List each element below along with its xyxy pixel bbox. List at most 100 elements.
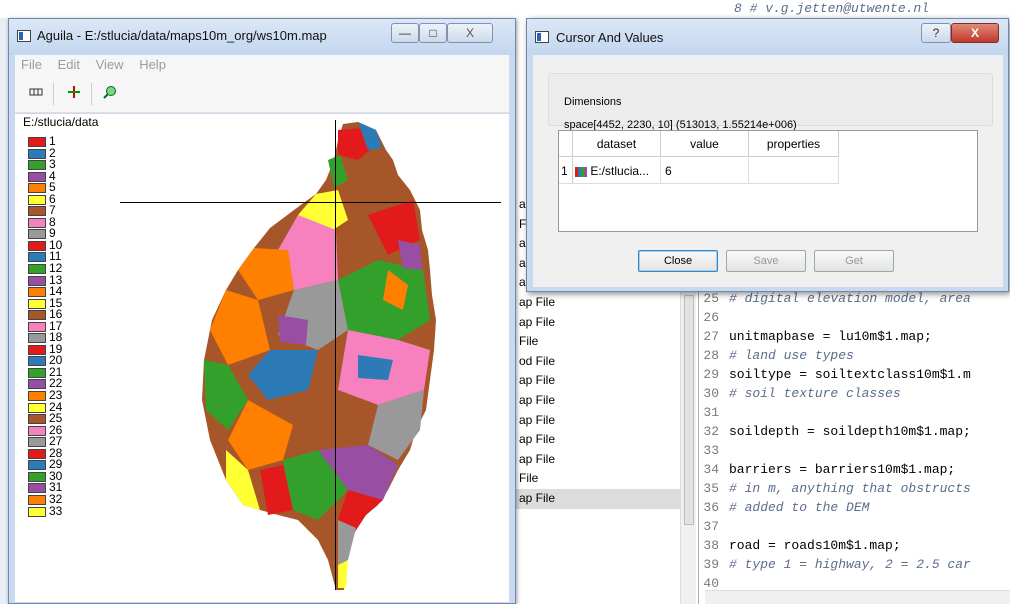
help-button[interactable]: ? [921, 23, 951, 43]
zoom-icon [103, 86, 116, 99]
toolbar-separator [53, 83, 54, 105]
line-number: 38 [703, 538, 719, 553]
dataset-name: E:/stlucia... [590, 164, 650, 178]
legend-swatch [28, 344, 46, 355]
legend-swatch [28, 298, 46, 309]
editor-line: 39 # type 1 = highway, 2 = 2.5 car [699, 555, 1010, 574]
legend-icon [29, 88, 43, 96]
legend-swatch [28, 148, 46, 159]
toolbar-separator [91, 83, 92, 105]
restore-icon: □ [429, 26, 437, 40]
line-number: 34 [703, 462, 719, 477]
dimensions-group: Dimensions space[4452, 2230, 10] (513013… [548, 73, 993, 131]
row-number: 1 [559, 158, 573, 184]
file-list-item[interactable]: ap File [511, 313, 696, 333]
editor-line: 26 [699, 308, 1010, 327]
editor-horizontal-scrollbar[interactable] [705, 590, 1010, 604]
file-list-item[interactable]: od File [511, 352, 696, 372]
table-row-header-corner [559, 131, 573, 157]
table-cell-value[interactable]: 6 [661, 158, 749, 184]
legend-swatch [28, 425, 46, 436]
menu-bar: File Edit View Help [15, 55, 509, 75]
zoom-button[interactable] [101, 85, 119, 103]
file-list-item[interactable]: File [511, 469, 696, 489]
maximize-button[interactable]: □ [419, 23, 447, 43]
menu-edit[interactable]: Edit [52, 55, 86, 72]
file-list-item[interactable]: ap File [511, 450, 696, 470]
file-list-item[interactable]: ap File [511, 430, 696, 450]
legend-swatch [28, 333, 46, 344]
editor-line: 32 soildepth = soildepth10m$1.map; [699, 422, 1010, 441]
dimensions-label: Dimensions [564, 96, 622, 108]
cursor-dialog-titlebar[interactable]: Cursor And Values ? X [527, 19, 1008, 55]
code-text: # digital elevation model, area [729, 291, 971, 306]
column-header-dataset[interactable]: dataset [573, 131, 661, 157]
legend-swatch [28, 471, 46, 482]
table-cell-dataset[interactable]: E:/stlucia... [573, 158, 661, 184]
legend-swatch [28, 240, 46, 251]
legend-swatch [28, 356, 46, 367]
cursor-dialog-title: Cursor And Values [556, 30, 664, 45]
code-editor-top-line: 8 # v.g.jetten@utwente.nl [734, 1, 930, 16]
file-list-item[interactable]: ap File [511, 488, 696, 509]
island-shape [202, 122, 436, 590]
legend-swatch [28, 264, 46, 275]
legend-swatch [28, 194, 46, 205]
legend-swatch [28, 321, 46, 332]
code-text: # soil texture classes [729, 386, 901, 401]
legend-swatch [28, 310, 46, 321]
legend-swatch [28, 506, 46, 517]
menu-file[interactable]: File [15, 55, 48, 72]
dataset-color-icon [575, 166, 587, 177]
file-list-item[interactable]: ap File [511, 391, 696, 411]
get-button[interactable]: Get [814, 250, 894, 272]
file-list-item[interactable]: ap File [511, 293, 696, 313]
column-header-value[interactable]: value [661, 131, 749, 157]
file-list-item[interactable]: File [511, 332, 696, 352]
window-app-icon [17, 30, 31, 42]
legend-item: 3 [28, 157, 88, 171]
menu-view[interactable]: View [90, 55, 130, 72]
code-text: soildepth = soildepth10m$1.map; [729, 424, 971, 439]
minimize-button[interactable]: — [391, 23, 419, 43]
line-number: 28 [703, 348, 719, 363]
aguila-titlebar[interactable]: Aguila - E:/stlucia/data/maps10m_org/ws1… [9, 19, 515, 55]
values-table[interactable]: dataset value properties 1 E:/stlucia...… [558, 130, 978, 232]
cursor-crosshair-horizontal [120, 202, 501, 203]
watershed-map[interactable] [198, 120, 438, 598]
legend-toggle-button[interactable] [27, 85, 45, 103]
legend-swatch [28, 460, 46, 471]
close-button[interactable]: Close [638, 250, 718, 272]
legend-swatch [28, 494, 46, 505]
close-icon: X [970, 26, 979, 40]
table-cell-properties[interactable] [749, 158, 839, 184]
cursor-button[interactable] [65, 85, 83, 103]
dialog-close-button[interactable]: X [951, 23, 999, 43]
crosshair-icon [68, 86, 80, 98]
line-number: 32 [703, 424, 719, 439]
line-number: 26 [703, 310, 719, 325]
minimize-icon: — [399, 26, 411, 40]
code-text: road = roads10m$1.map; [729, 538, 901, 553]
line-number: 30 [703, 386, 719, 401]
column-header-properties[interactable]: properties [749, 131, 839, 157]
legend-item: 33 [28, 504, 88, 518]
code-editor[interactable]: 24DEM = dem10m$1.map;25# digital elevati… [698, 270, 1010, 604]
save-button[interactable]: Save [726, 250, 806, 272]
legend-swatch [28, 414, 46, 425]
editor-lines: 24DEM = dem10m$1.map;25# digital elevati… [699, 270, 1010, 593]
legend-item: 4 [28, 169, 88, 183]
editor-line: 27 unitmapbase = lu10m$1.map; [699, 327, 1010, 346]
legend-item: 6 [28, 192, 88, 206]
close-window-button[interactable]: X [447, 23, 493, 43]
menu-help[interactable]: Help [133, 55, 172, 72]
line-number: 33 [703, 443, 719, 458]
file-list-item[interactable]: ap File [511, 371, 696, 391]
legend-item: 7 [28, 203, 88, 217]
cursor-crosshair-vertical [335, 120, 336, 590]
legend-item: 1 [28, 134, 88, 148]
file-list-item[interactable]: ap File [511, 411, 696, 431]
line-number: 36 [703, 500, 719, 515]
editor-line: 28 # land use types [699, 346, 1010, 365]
scrollbar-thumb[interactable] [684, 295, 694, 525]
